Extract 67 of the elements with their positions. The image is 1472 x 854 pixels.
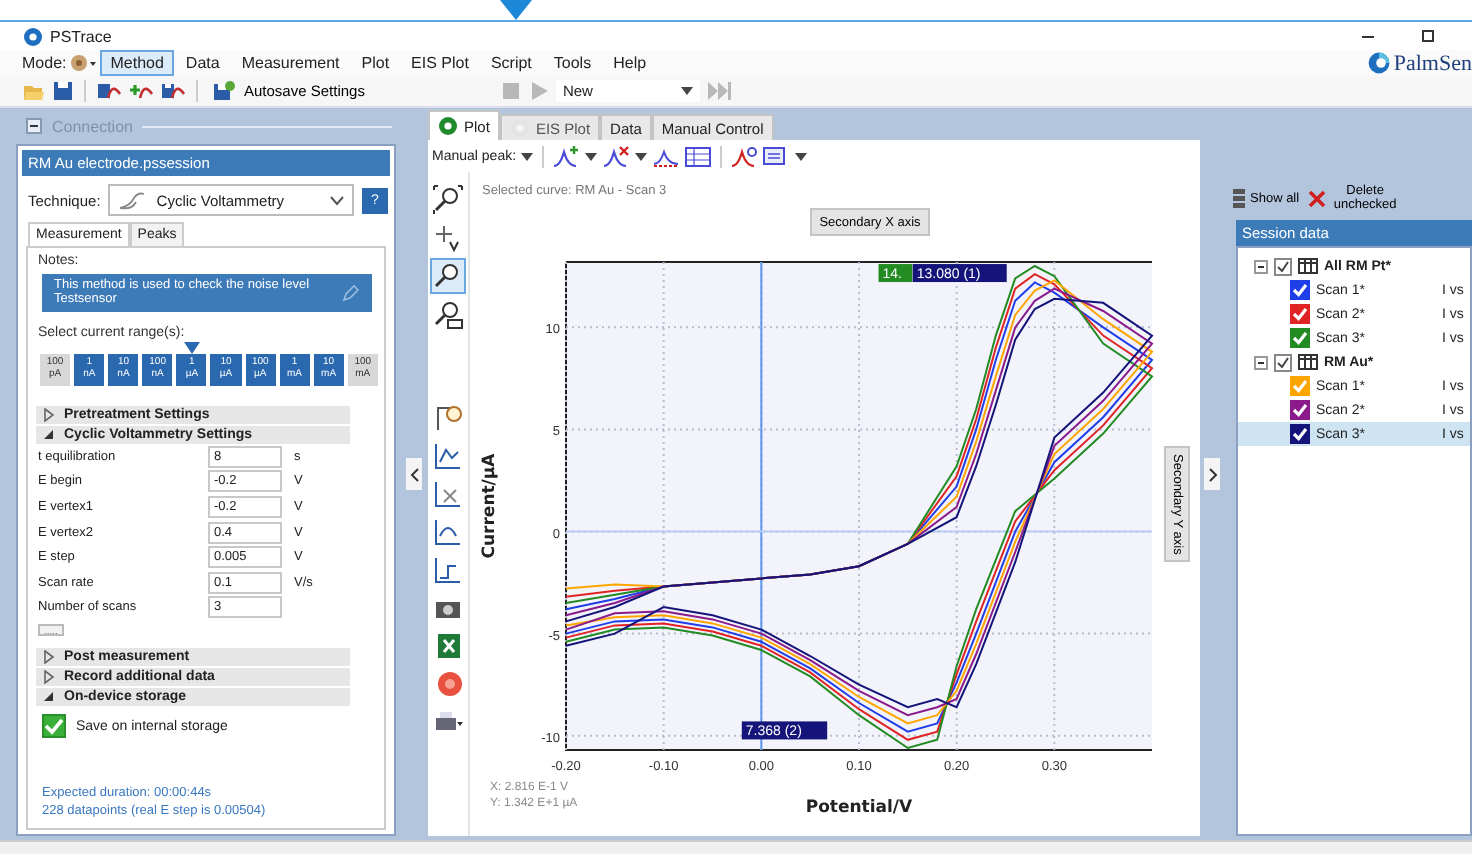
checkbox[interactable]	[1290, 328, 1310, 348]
peak-add-icon[interactable]	[552, 145, 581, 167]
record-icon[interactable]	[432, 668, 464, 700]
menu-item[interactable]: Help	[603, 50, 657, 76]
checkbox[interactable]	[1290, 304, 1310, 324]
maximize-icon[interactable]	[1420, 28, 1436, 44]
collapse-node-icon[interactable]	[1254, 259, 1268, 273]
derivative-icon[interactable]	[432, 516, 464, 548]
table-icon	[1298, 258, 1318, 274]
lasso-icon[interactable]	[432, 402, 464, 434]
checkbox[interactable]	[1290, 376, 1310, 396]
checkbox[interactable]	[1290, 400, 1310, 420]
chart-scatter-icon[interactable]	[432, 478, 464, 510]
menu-item[interactable]: Data	[175, 50, 230, 76]
stack-icon	[1232, 187, 1246, 209]
cv-icon	[118, 189, 147, 211]
zoom-window-icon[interactable]	[432, 298, 464, 330]
menu-item[interactable]: Script	[480, 50, 542, 76]
checkbox[interactable]	[1274, 353, 1292, 371]
curve-add-icon[interactable]	[128, 80, 154, 102]
menu-item[interactable]: Method	[100, 50, 174, 76]
checkbox[interactable]	[1290, 424, 1310, 444]
curve-save-icon[interactable]	[160, 80, 186, 102]
mode-icon[interactable]	[70, 54, 99, 72]
checkbox[interactable]	[1274, 257, 1292, 275]
window-title: PSTrace	[50, 27, 112, 45]
menu-item[interactable]: Plot	[351, 50, 400, 76]
brand-name: PalmSen	[1393, 51, 1472, 75]
table-icon	[1298, 354, 1318, 370]
peak-table-icon[interactable]	[684, 145, 713, 167]
cursor-icon[interactable]	[432, 222, 464, 254]
caret-icon[interactable]	[584, 151, 599, 161]
mode-label: Mode:	[22, 54, 67, 72]
collapse-button[interactable]	[406, 458, 422, 490]
peak-list-icon[interactable]	[762, 145, 791, 167]
collapse-icon[interactable]	[26, 118, 42, 134]
baseline-icon[interactable]	[652, 145, 681, 167]
collapse-node-icon[interactable]	[1254, 355, 1268, 369]
menu-item[interactable]: Tools	[543, 50, 602, 76]
integral-icon[interactable]	[432, 554, 464, 586]
zoom-icon[interactable]	[432, 260, 464, 292]
marker-icon	[500, 0, 532, 20]
peak-remove-icon[interactable]	[602, 145, 631, 167]
zoom-fit-icon[interactable]	[432, 184, 464, 216]
pencil-icon	[342, 283, 360, 302]
chart-icon[interactable]	[432, 440, 464, 472]
checkbox[interactable]	[1290, 280, 1310, 300]
checkbox[interactable]	[42, 714, 66, 739]
save-icon[interactable]	[52, 80, 74, 102]
spreadsheet-icon[interactable]	[432, 630, 464, 662]
caret-icon[interactable]	[634, 151, 649, 161]
peak-search-icon[interactable]	[730, 145, 759, 167]
active-circle-icon	[438, 116, 458, 136]
x-axis-label: Potential/V	[805, 798, 913, 818]
y-axis-label: Current/µA	[480, 453, 500, 559]
expand-button[interactable]	[1204, 458, 1220, 490]
caret-icon	[680, 86, 695, 96]
caret-icon[interactable]	[520, 151, 535, 161]
chevron-left-icon	[409, 467, 419, 481]
menu-item[interactable]: Measurement	[231, 50, 350, 76]
chevron-right-icon	[1207, 467, 1217, 481]
caret-icon	[330, 195, 344, 205]
delete-icon	[1307, 189, 1326, 207]
caret-icon[interactable]	[794, 151, 809, 161]
menu-item[interactable]: EIS Plot	[401, 50, 479, 76]
app-icon	[24, 27, 42, 45]
curve-open-icon[interactable]	[96, 80, 122, 102]
